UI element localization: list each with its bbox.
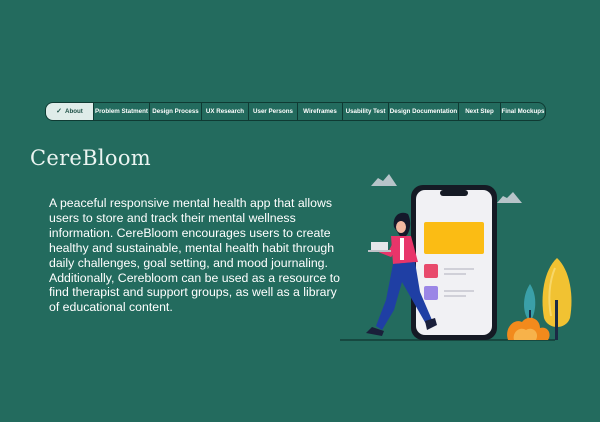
cloud-icon [371, 174, 397, 186]
cloud-icon [497, 192, 522, 203]
app-item-pink [424, 264, 438, 278]
tree-icon [542, 258, 572, 340]
app-item-purple [424, 286, 438, 300]
hero-illustration [340, 174, 572, 341]
app-card-yellow [424, 222, 484, 254]
